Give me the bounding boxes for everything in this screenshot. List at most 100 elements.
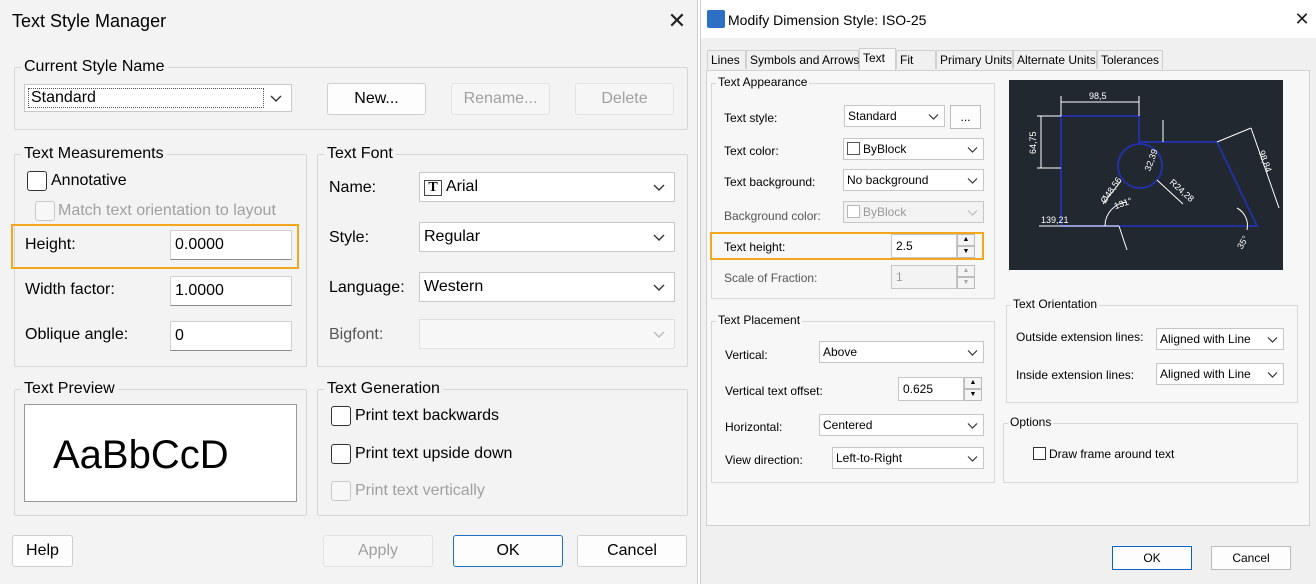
view-direction-value: Left-to-Right (836, 451, 903, 465)
scale-fraction-input[interactable]: 1 (891, 265, 957, 289)
current-style-select[interactable]: Standard (24, 84, 292, 112)
help-button[interactable]: Help (12, 535, 73, 567)
close-icon[interactable]: ✕ (664, 8, 690, 34)
group-label: Text Orientation (1011, 297, 1100, 311)
ok-button[interactable]: OK (1112, 546, 1192, 570)
new-button[interactable]: New... (327, 83, 426, 115)
match-orientation-checkbox[interactable] (35, 201, 55, 221)
text-style-browse-button[interactable]: ... (950, 105, 981, 129)
spin-down-icon[interactable]: ▼ (957, 246, 975, 258)
match-orientation-label: Match text orientation to layout (58, 202, 276, 219)
tab-lines[interactable]: Lines (707, 50, 746, 69)
apply-button[interactable]: Apply (323, 535, 433, 567)
view-direction-label: View direction: (725, 453, 803, 467)
width-factor-input[interactable] (170, 276, 292, 306)
dialog-title: Modify Dimension Style: ISO-25 (728, 12, 927, 28)
print-vertically-checkbox[interactable] (331, 481, 351, 501)
oblique-angle-input[interactable] (170, 321, 292, 351)
bigfont-select[interactable] (419, 319, 675, 349)
text-style-label: Text style: (724, 111, 778, 125)
current-style-value: Standard (28, 88, 264, 108)
height-input[interactable] (170, 230, 292, 260)
group-label: Text Font (324, 145, 396, 163)
delete-button[interactable]: Delete (575, 83, 674, 115)
print-backwards-label: Print text backwards (355, 407, 500, 424)
vertical-offset-value: 0.625 (903, 382, 934, 396)
chevron-down-icon (928, 114, 939, 120)
rename-button[interactable]: Rename... (451, 83, 550, 115)
annotative-checkbox[interactable] (27, 171, 47, 191)
tab-primary-units[interactable]: Primary Units (936, 50, 1013, 69)
dim-label-r: R24,28 (1168, 177, 1196, 204)
vertical-select[interactable]: Above (819, 341, 984, 363)
dimension-preview: 98,5 64,75 Ø48,56 R24,28 32,39 98,84 139… (1009, 80, 1283, 270)
background-color-select[interactable]: ByBlock (843, 201, 984, 223)
text-background-select[interactable]: No background (843, 169, 984, 191)
tab-tolerances[interactable]: Tolerances (1097, 50, 1163, 69)
tab-fit[interactable]: Fit (896, 50, 936, 69)
font-name-value: Arial (446, 178, 479, 195)
truetype-font-icon: T (424, 180, 442, 196)
inside-extension-select[interactable]: Aligned with Line (1156, 363, 1284, 385)
scale-fraction-spinner[interactable]: ▲ ▼ (957, 265, 975, 289)
preview-sample: AaBbCcD (53, 433, 229, 477)
font-style-select[interactable]: Regular (419, 222, 675, 252)
text-orientation-group: Text Orientation (1006, 297, 1298, 403)
spin-up-icon[interactable]: ▲ (957, 234, 975, 246)
text-preview-box: AaBbCcD (24, 404, 297, 502)
text-height-input[interactable]: 2.5 (891, 234, 957, 258)
group-label: Options (1008, 415, 1054, 429)
text-style-value: Standard (848, 109, 897, 123)
spin-down-icon[interactable]: ▼ (964, 389, 982, 401)
text-height-value: 2.5 (896, 239, 913, 253)
cancel-button[interactable]: Cancel (577, 535, 687, 567)
background-color-value: ByBlock (863, 205, 907, 219)
chevron-down-icon (967, 456, 978, 462)
language-select[interactable]: Western (419, 272, 675, 302)
color-swatch (847, 205, 860, 218)
view-direction-select[interactable]: Left-to-Right (832, 447, 984, 469)
scale-fraction-label: Scale of Fraction: (724, 271, 818, 285)
vertical-offset-input[interactable]: 0.625 (898, 377, 964, 401)
language-value: Western (424, 278, 484, 295)
cancel-button[interactable]: Cancel (1211, 546, 1291, 570)
vertical-value: Above (823, 345, 858, 359)
spin-up-icon[interactable]: ▲ (957, 265, 975, 277)
print-vertically-label: Print text vertically (355, 482, 485, 499)
annotative-label: Annotative (51, 172, 127, 189)
print-upside-down-checkbox[interactable] (331, 444, 351, 464)
title-bar: Modify Dimension Style: ISO-25 ✕ (701, 0, 1316, 38)
title-bar: Text Style Manager ✕ (0, 0, 698, 44)
group-label: Text Preview (21, 380, 118, 398)
tab-alternate-units[interactable]: Alternate Units (1013, 50, 1097, 69)
spin-down-icon[interactable]: ▼ (957, 277, 975, 289)
chevron-down-icon (967, 210, 978, 216)
vertical-offset-spinner[interactable]: ▲ ▼ (964, 377, 982, 401)
text-color-select[interactable]: ByBlock (843, 138, 984, 160)
print-backwards-checkbox[interactable] (331, 406, 351, 426)
dim-label-left: 64,75 (1028, 131, 1038, 154)
spin-up-icon[interactable]: ▲ (964, 377, 982, 389)
group-label: Text Placement (716, 313, 803, 327)
chevron-down-icon (967, 423, 978, 429)
outside-extension-select[interactable]: Aligned with Line (1156, 328, 1284, 350)
width-factor-label: Width factor: (25, 281, 115, 298)
height-label: Height: (25, 236, 76, 253)
text-style-select[interactable]: Standard (844, 105, 945, 127)
font-name-select[interactable]: T Arial (419, 172, 675, 202)
text-height-spinner[interactable]: ▲ ▼ (957, 234, 975, 258)
text-background-value: No background (847, 173, 929, 187)
tab-symbols-arrows[interactable]: Symbols and Arrows (746, 50, 859, 69)
language-label: Language: (329, 279, 405, 296)
inside-extension-value: Aligned with Line (1160, 367, 1251, 381)
chevron-down-icon (653, 284, 665, 291)
tab-text[interactable]: Text (859, 48, 896, 70)
color-swatch (847, 142, 860, 155)
chevron-down-icon (653, 184, 665, 191)
horizontal-select[interactable]: Centered (819, 414, 984, 436)
draw-frame-checkbox[interactable] (1033, 447, 1046, 460)
print-upside-down-label: Print text upside down (355, 445, 513, 462)
vertical-offset-label: Vertical text offset: (725, 384, 823, 398)
close-icon[interactable]: ✕ (1291, 8, 1313, 30)
ok-button[interactable]: OK (453, 535, 563, 567)
